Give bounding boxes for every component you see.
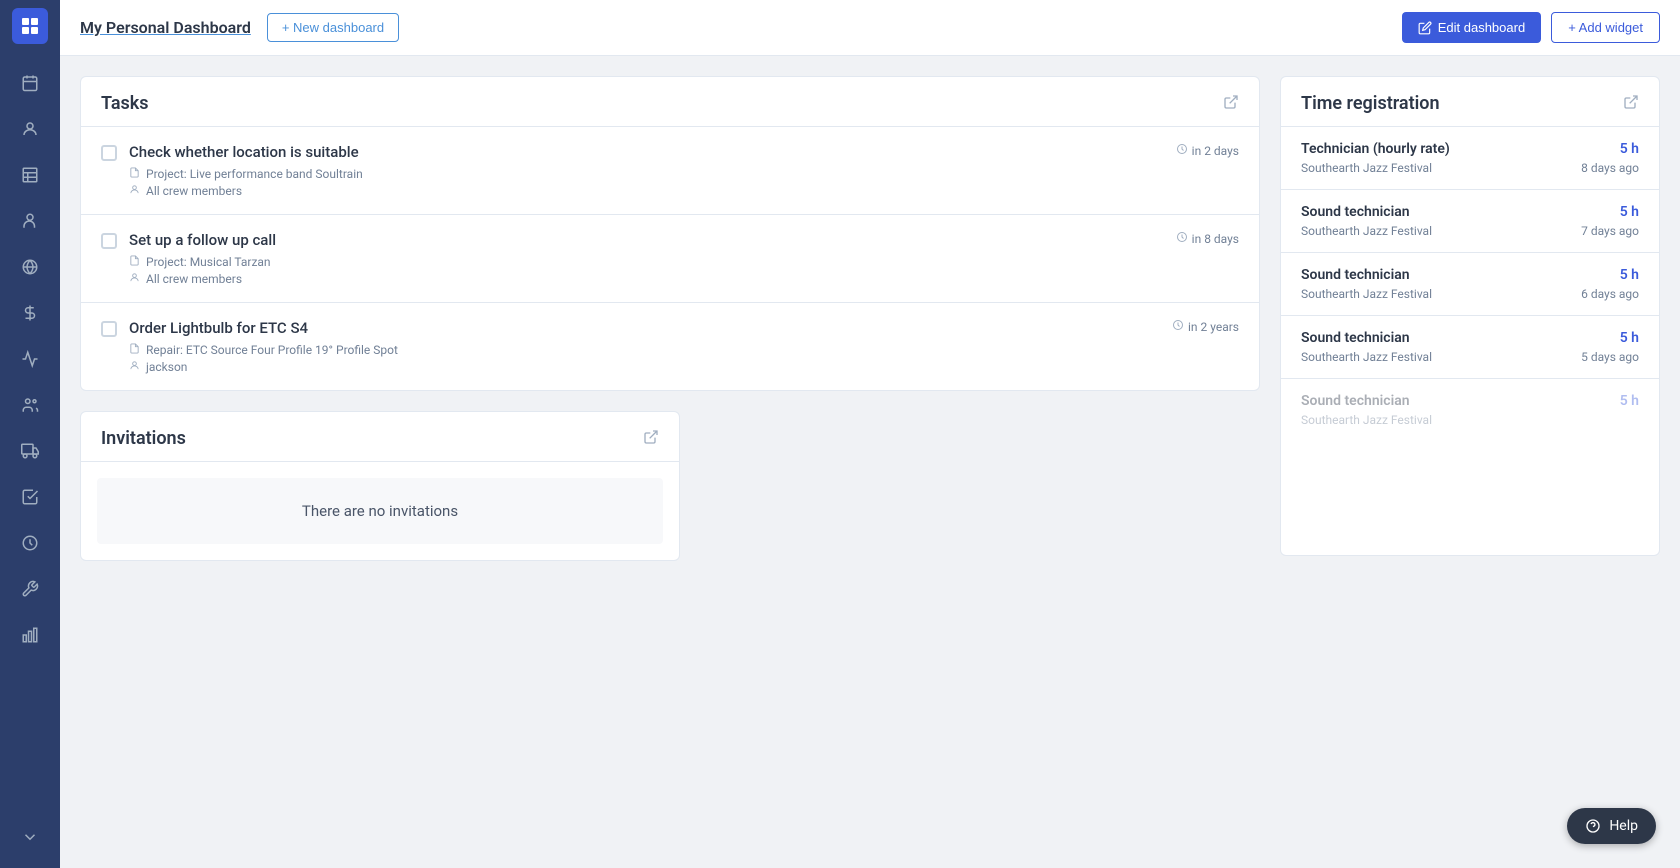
task-meta-1: Project: Live performance band Soultrain…: [129, 167, 1148, 198]
time-entry-info-2: Sound technician Southearth Jazz Festiva…: [1301, 267, 1432, 301]
task-due-2: in 8 days: [1160, 231, 1239, 246]
task-checkbox-1[interactable]: [101, 145, 117, 161]
task-assignee-2: All crew members: [129, 272, 1148, 286]
time-entry-stats-0: 5 h 8 days ago: [1581, 141, 1639, 175]
time-expand-icon[interactable]: [1623, 94, 1639, 114]
new-dashboard-button[interactable]: + New dashboard: [267, 13, 399, 42]
task-checkbox-2[interactable]: [101, 233, 117, 249]
header: My Personal Dashboard + New dashboard Ed…: [60, 0, 1680, 56]
sidebar: [0, 0, 60, 868]
bar-chart-sidebar-icon[interactable]: [10, 615, 50, 655]
list-item: Sound technician Southearth Jazz Festiva…: [1281, 379, 1659, 441]
list-item: Technician (hourly rate) Southearth Jazz…: [1281, 127, 1659, 190]
app-logo[interactable]: [12, 8, 48, 44]
task-project-1: Project: Live performance band Soultrain: [129, 167, 1148, 181]
globe-icon[interactable]: [10, 247, 50, 287]
time-entry-info-0: Technician (hourly rate) Southearth Jazz…: [1301, 141, 1450, 175]
person-meta-icon-1: [129, 184, 140, 198]
list-item: Sound technician Southearth Jazz Festiva…: [1281, 190, 1659, 253]
chart-triangle-icon[interactable]: [10, 339, 50, 379]
task-project-3: Repair: ETC Source Four Profile 19° Prof…: [129, 343, 1144, 357]
document-icon-2: [129, 255, 140, 269]
task-name-3: Order Lightbulb for ETC S4: [129, 319, 1144, 337]
task-content-2: Set up a follow up call Project: Musical…: [129, 231, 1148, 286]
task-meta-2: Project: Musical Tarzan All crew members: [129, 255, 1148, 286]
team-icon[interactable]: [10, 385, 50, 425]
clock-sidebar-icon[interactable]: [10, 523, 50, 563]
edit-dashboard-button[interactable]: Edit dashboard: [1402, 12, 1541, 43]
edit-dashboard-label: Edit dashboard: [1438, 20, 1525, 35]
task-name-1: Check whether location is suitable: [129, 143, 1148, 161]
clock-due-icon-1: [1176, 143, 1188, 158]
task-due-1: in 2 days: [1160, 143, 1239, 158]
tasks-expand-icon[interactable]: [1223, 94, 1239, 114]
task-assignee-1: All crew members: [129, 184, 1148, 198]
tasks-widget-header: Tasks: [81, 77, 1259, 127]
user-circle-icon[interactable]: [10, 109, 50, 149]
time-entry-stats-2: 5 h 6 days ago: [1581, 267, 1639, 301]
document-icon-3: [129, 343, 140, 357]
person-meta-icon-2: [129, 272, 140, 286]
task-assignee-3: jackson: [129, 360, 1144, 374]
invitations-empty-message: There are no invitations: [97, 478, 663, 544]
wrench-icon[interactable]: [10, 569, 50, 609]
clock-due-icon-3: [1172, 319, 1184, 334]
help-button[interactable]: Help: [1567, 808, 1656, 844]
task-content-3: Order Lightbulb for ETC S4 Repair: ETC S…: [129, 319, 1144, 374]
person-icon[interactable]: [10, 201, 50, 241]
help-label: Help: [1609, 818, 1638, 834]
task-content-1: Check whether location is suitable Proje…: [129, 143, 1148, 198]
clock-due-icon-2: [1176, 231, 1188, 246]
task-due-3: in 2 years: [1156, 319, 1239, 334]
list-item: Sound technician Southearth Jazz Festiva…: [1281, 253, 1659, 316]
time-widget-header: Time registration: [1281, 77, 1659, 127]
time-registration-widget: Time registration Technician (hourly rat…: [1280, 76, 1660, 556]
content-area: Tasks Check whether location is suitable: [60, 56, 1680, 868]
check-square-icon[interactable]: [10, 477, 50, 517]
calendar-icon[interactable]: [10, 63, 50, 103]
header-actions: Edit dashboard + Add widget: [1402, 12, 1660, 43]
time-entry-info-4: Sound technician Southearth Jazz Festiva…: [1301, 393, 1432, 427]
list-item: Sound technician Southearth Jazz Festiva…: [1281, 316, 1659, 379]
time-entry-stats-3: 5 h 5 days ago: [1581, 330, 1639, 364]
time-title: Time registration: [1301, 93, 1440, 114]
tasks-widget: Tasks Check whether location is suitable: [80, 76, 1260, 391]
main-area: My Personal Dashboard + New dashboard Ed…: [60, 0, 1680, 868]
time-entries-list: Technician (hourly rate) Southearth Jazz…: [1281, 127, 1659, 441]
dollar-icon[interactable]: [10, 293, 50, 333]
time-entry-info-1: Sound technician Southearth Jazz Festiva…: [1301, 204, 1432, 238]
chevron-down-icon[interactable]: [10, 817, 50, 857]
task-name-2: Set up a follow up call: [129, 231, 1148, 249]
tasks-title: Tasks: [101, 93, 149, 114]
add-widget-button[interactable]: + Add widget: [1551, 12, 1660, 43]
invitations-widget: Invitations There are no invitations: [80, 411, 680, 561]
time-entry-stats-1: 5 h 7 days ago: [1581, 204, 1639, 238]
table-row: Check whether location is suitable Proje…: [81, 127, 1259, 215]
person-meta-icon-3: [129, 360, 140, 374]
time-entry-info-3: Sound technician Southearth Jazz Festiva…: [1301, 330, 1432, 364]
table-icon[interactable]: [10, 155, 50, 195]
task-meta-3: Repair: ETC Source Four Profile 19° Prof…: [129, 343, 1144, 374]
table-row: Set up a follow up call Project: Musical…: [81, 215, 1259, 303]
dashboard-title: My Personal Dashboard: [80, 18, 251, 37]
table-row: Order Lightbulb for ETC S4 Repair: ETC S…: [81, 303, 1259, 390]
invitations-title: Invitations: [101, 428, 186, 449]
invitations-expand-icon[interactable]: [643, 429, 659, 449]
time-entry-stats-4: 5 h: [1620, 393, 1639, 413]
truck-icon[interactable]: [10, 431, 50, 471]
document-icon: [129, 167, 140, 181]
task-project-2: Project: Musical Tarzan: [129, 255, 1148, 269]
invitations-widget-header: Invitations: [81, 412, 679, 462]
task-checkbox-3[interactable]: [101, 321, 117, 337]
